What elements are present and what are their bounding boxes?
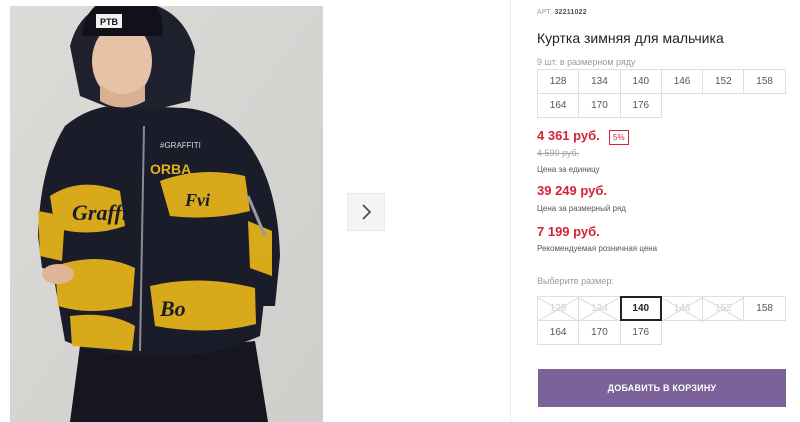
size-option-146: 146 xyxy=(660,296,704,321)
add-to-cart-button[interactable]: ДОБАВИТЬ В КОРЗИНУ xyxy=(538,369,786,407)
article-number: АРТ. 32211022 xyxy=(537,9,587,16)
chest-print-text: #GRAFFITI xyxy=(160,141,201,150)
unit-price: 4 361 руб. xyxy=(537,128,600,143)
size-row-cell: 158 xyxy=(743,69,786,94)
graffiti-word-1: Graffiti xyxy=(72,200,141,225)
article-label: АРТ. xyxy=(537,9,553,16)
hat-label-text: PTB xyxy=(100,17,119,27)
size-row-cell: 128 xyxy=(537,69,580,94)
size-option-176[interactable]: 176 xyxy=(619,320,662,345)
graffiti-word-2: Fvi xyxy=(184,190,210,210)
row-price-caption: Цена за размерный ряд xyxy=(537,204,626,213)
product-gallery: PTB #GRAFFITI Graffiti Fvi Bo ORBA xyxy=(0,0,510,422)
size-picker-label: Выберите размер: xyxy=(537,276,614,286)
old-price: 4 590 руб. xyxy=(537,148,580,158)
size-row-cell: 164 xyxy=(537,93,580,118)
size-row-cell: 146 xyxy=(660,69,704,94)
size-row-cell: 140 xyxy=(619,69,662,94)
size-row-cell: 170 xyxy=(578,93,621,118)
graffiti-word-3: Bo xyxy=(159,296,186,321)
size-option-140[interactable]: 140 xyxy=(619,296,662,321)
product-photo[interactable]: PTB #GRAFFITI Graffiti Fvi Bo ORBA xyxy=(10,6,323,422)
size-picker: 128 134 140 146 152 158 164 170 176 xyxy=(537,296,791,345)
graffiti-word-4: ORBA xyxy=(150,161,191,177)
chevron-right-icon xyxy=(362,204,372,220)
size-option-152: 152 xyxy=(702,296,745,321)
product-title: Куртка зимняя для мальчика xyxy=(537,30,724,46)
product-info-panel: АРТ. 32211022 Куртка зимняя для мальчика… xyxy=(537,0,800,422)
size-option-164[interactable]: 164 xyxy=(537,320,580,345)
size-row-cell: 176 xyxy=(619,93,662,118)
size-option-128: 128 xyxy=(537,296,580,321)
size-row-grid: 128 134 140 146 152 158 164 170 176 xyxy=(537,69,791,118)
gallery-next-button[interactable] xyxy=(347,193,385,231)
size-option-170[interactable]: 170 xyxy=(578,320,621,345)
jacket-model-illustration: PTB #GRAFFITI Graffiti Fvi Bo ORBA xyxy=(10,6,323,422)
retail-price-caption: Рекомендуемая розничная цена xyxy=(537,244,658,253)
size-option-158[interactable]: 158 xyxy=(743,296,786,321)
column-divider xyxy=(510,0,511,422)
row-price: 39 249 руб. xyxy=(537,183,608,198)
retail-price: 7 199 руб. xyxy=(537,224,600,239)
unit-price-caption: Цена за единицу xyxy=(537,165,600,174)
size-row-cell: 152 xyxy=(702,69,745,94)
discount-badge: 5% xyxy=(609,130,629,145)
article-value: 32211022 xyxy=(554,9,587,16)
size-row-cell: 134 xyxy=(578,69,621,94)
size-row-note: 9 шт. в размерном ряду xyxy=(537,57,636,67)
size-option-134: 134 xyxy=(578,296,621,321)
